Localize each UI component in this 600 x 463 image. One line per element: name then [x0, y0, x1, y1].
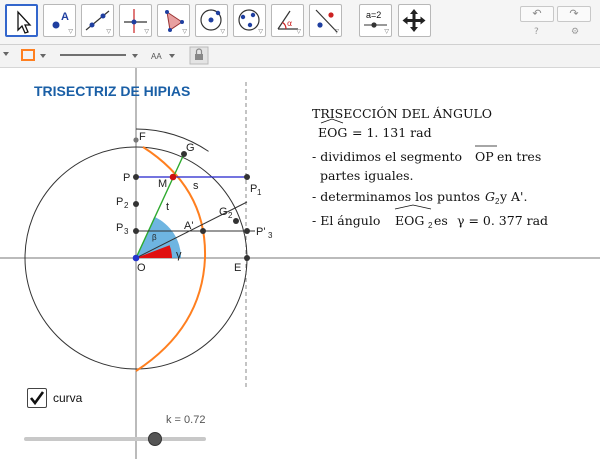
tool-line[interactable]: ▽ — [81, 4, 114, 37]
point-f[interactable] — [133, 137, 139, 143]
desc-angle-name: EOG — [318, 125, 347, 140]
font-size-label: AA — [151, 52, 162, 61]
desc-line-6-mid: es — [434, 213, 448, 228]
tool-angle[interactable]: α ▽ — [271, 4, 304, 37]
desc-angle-value: = 1. 131 rad — [352, 125, 432, 140]
move-graphics-view-icon — [402, 9, 426, 32]
label-f: F — [139, 131, 146, 143]
desc-line-5: - determinamos los puntos — [312, 189, 480, 204]
style-bar-controls: AA — [3, 46, 209, 65]
settings-icon[interactable]: ⚙ — [571, 27, 579, 37]
point-p3-prime[interactable] — [244, 228, 250, 234]
label-g2: G — [219, 206, 228, 218]
tool-perpendicular[interactable]: ▽ — [119, 4, 152, 37]
curve-checkbox[interactable] — [27, 388, 47, 408]
label-gamma: γ — [176, 249, 182, 261]
slider-k-track[interactable] — [24, 437, 206, 441]
desc-angle2-name: EOG — [395, 213, 424, 228]
toolbar: A ▽ ▽ ▽ ▽ ▽ ▽ α ▽ ▽ a=2 ▽ ↶ ↷ ? ⚙ — [0, 0, 600, 45]
undo-button[interactable]: ↶ — [520, 6, 554, 22]
desc-line-5-end: y A'. — [499, 189, 527, 204]
label-p: P — [123, 172, 130, 184]
label-s: s — [193, 180, 199, 192]
desc-angle2-sub: 2 — [428, 221, 433, 230]
point-m[interactable] — [169, 173, 177, 181]
description-text: TRISECCIÓN DEL ÁNGULO EOG = 1. 131 rad -… — [312, 105, 548, 230]
desc-segment-name: OP — [475, 149, 494, 164]
graphics-view[interactable]: TRISECTRIZ DE HIPIAS F G P M s P 1 P 2 t… — [0, 68, 600, 459]
label-e: E — [234, 262, 241, 274]
desc-line-3-end: en tres — [497, 149, 541, 164]
label-beta: β — [152, 233, 157, 242]
tool-point[interactable]: A ▽ — [43, 4, 76, 37]
point-p[interactable] — [133, 174, 139, 180]
point-e[interactable] — [244, 255, 250, 261]
slider-k-knob[interactable] — [148, 432, 163, 446]
desc-line-1: TRISECCIÓN DEL ÁNGULO — [312, 105, 492, 121]
point-tool-label: A — [61, 11, 69, 23]
label-p3-prime: P' — [256, 226, 265, 238]
tool-circle-three-points[interactable]: ▽ — [233, 4, 266, 37]
angle-tool-label: α — [287, 19, 292, 28]
tool-circle-center[interactable]: ▽ — [195, 4, 228, 37]
label-a-prime: A' — [184, 220, 193, 232]
line-style-button[interactable] — [60, 54, 138, 58]
tool-polygon[interactable]: ▽ — [157, 4, 190, 37]
toggle-style-bar-icon[interactable] — [3, 52, 9, 56]
desc-line-3: - dividimos el segmento — [312, 149, 462, 164]
label-t: t — [166, 201, 169, 213]
point-p2[interactable] — [133, 201, 139, 207]
geometry-canvas[interactable]: TRISECTRIZ DE HIPIAS F G P M s P 1 P 2 t… — [0, 68, 600, 459]
desc-gamma: γ = 0. 377 rad — [457, 213, 548, 228]
curve-checkbox-label: curva — [53, 391, 83, 405]
desc-point-g2: G — [485, 189, 495, 204]
label-g: G — [186, 142, 195, 154]
angle2-hat — [394, 204, 432, 210]
label-p3-prime-sub: 3 — [268, 231, 273, 240]
help-icon[interactable]: ? — [534, 27, 539, 37]
label-g2-sub: 2 — [228, 211, 233, 220]
slider-k-label: k = 0.72 — [166, 414, 206, 426]
font-size-button[interactable]: AA — [151, 52, 175, 61]
redo-button[interactable]: ↷ — [557, 6, 591, 22]
point-o[interactable] — [132, 254, 140, 262]
label-p3: P — [116, 222, 123, 234]
tool-move-graphics[interactable] — [398, 4, 431, 37]
point-a-prime[interactable] — [200, 228, 206, 234]
label-p2-sub: 2 — [124, 201, 129, 210]
tool-slider[interactable]: a=2 ▽ — [359, 4, 392, 37]
tool-reflect[interactable]: ▽ — [309, 4, 342, 37]
move-arrow-icon — [17, 10, 32, 34]
slider-tool-label: a=2 — [366, 10, 381, 20]
label-p1-sub: 1 — [257, 188, 262, 197]
lock-button[interactable] — [189, 46, 209, 65]
point-p1[interactable] — [244, 174, 250, 180]
label-m: M — [158, 178, 167, 190]
point-g2[interactable] — [233, 218, 239, 224]
tool-move[interactable] — [5, 4, 38, 37]
label-o: O — [137, 262, 146, 274]
label-p3-sub: 3 — [124, 227, 129, 236]
construction-title: TRISECTRIZ DE HIPIAS — [34, 83, 190, 99]
checkmark-icon — [29, 391, 45, 406]
style-bar: AA — [0, 45, 600, 68]
point-p3[interactable] — [133, 228, 139, 234]
desc-line-6-start: - El ángulo — [312, 213, 380, 228]
desc-line-4: partes iguales. — [320, 168, 414, 183]
color-picker-button[interactable] — [21, 49, 46, 61]
label-p2: P — [116, 196, 123, 208]
